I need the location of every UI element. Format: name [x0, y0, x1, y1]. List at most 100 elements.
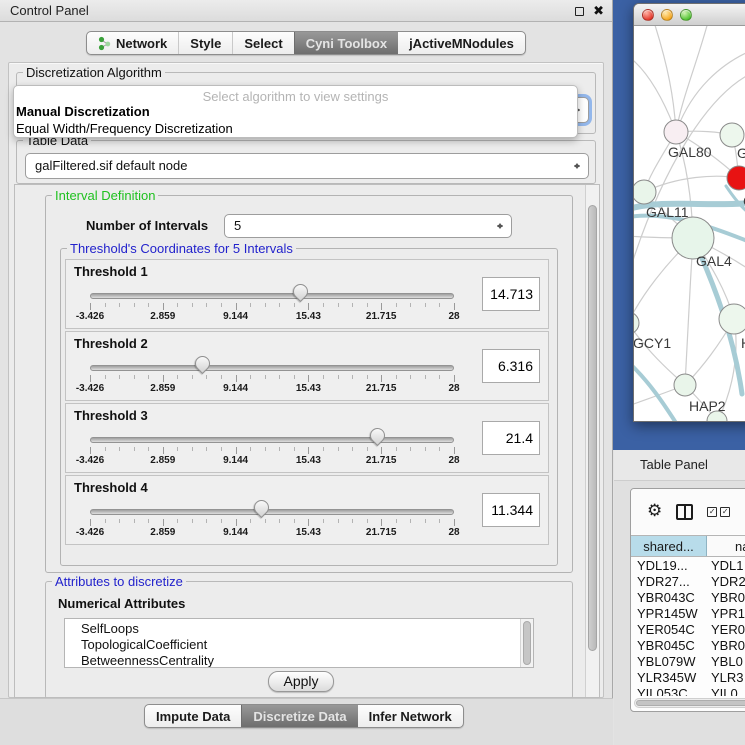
threshold-value-field[interactable]: 14.713 [482, 277, 540, 311]
column-header-name[interactable]: na [707, 536, 745, 556]
zoom-traffic-light-icon[interactable] [680, 9, 692, 21]
table-panel-title: Table Panel [640, 457, 708, 472]
close-icon[interactable]: ✖ [593, 5, 604, 18]
slider-tick-labels: -3.4262.8599.14415.4321.71528 [90, 383, 454, 395]
tick-label: 2.859 [150, 455, 175, 466]
threshold-value-field[interactable]: 6.316 [482, 349, 540, 383]
tick-label: 21.715 [366, 383, 397, 394]
tab-impute-data[interactable]: Impute Data [145, 705, 241, 727]
attribute-list-item[interactable]: BetweennessCentrality [65, 653, 533, 668]
dropdown-option[interactable]: Equal Width/Frequency Discretization [14, 120, 577, 137]
threshold-label: Threshold 4 [74, 480, 148, 495]
network-node[interactable] [634, 312, 639, 334]
network-node[interactable] [634, 180, 656, 204]
table-body: YDL19...YDL1YDR27...YDR2YBR043CYBR0YPR14… [631, 558, 745, 696]
network-node[interactable] [720, 123, 744, 147]
tick-label: 9.144 [223, 311, 248, 322]
tab-select[interactable]: Select [232, 32, 293, 54]
network-node[interactable] [719, 304, 745, 334]
table-row[interactable]: YBR045CYBR0 [631, 638, 745, 654]
table-horizontal-scrollbar[interactable] [634, 698, 745, 708]
cell-shared-name: YBR045C [631, 638, 707, 654]
column-header-shared-name[interactable]: shared... [631, 536, 707, 556]
table-row[interactable]: YDL19...YDL1 [631, 558, 745, 574]
network-canvas[interactable]: GAL80GACGAL11GAL4GCY1HHAP2 [634, 26, 745, 422]
tick-label: 9.144 [223, 527, 248, 538]
table-row[interactable]: YER054CYER0 [631, 622, 745, 638]
numerical-attributes-list[interactable]: SelfLoopsTopologicalCoefficientBetweenne… [64, 618, 534, 668]
interval-definition-group: Interval Definition Number of Intervals … [45, 195, 573, 573]
network-node[interactable] [664, 120, 688, 144]
attribute-list-item[interactable]: TopologicalCoefficient [65, 637, 533, 653]
tab-cyni-toolbox[interactable]: Cyni Toolbox [294, 32, 398, 54]
cell-name: YIL0 [707, 686, 745, 696]
network-node-label: GAL11 [646, 204, 689, 220]
tab-label: Infer Network [369, 709, 452, 724]
dropdown-option[interactable]: Manual Discretization [14, 103, 577, 120]
float-window-icon[interactable] [575, 7, 584, 16]
table-row[interactable]: YBR043CYBR0 [631, 590, 745, 606]
tab-jactivemnodules[interactable]: jActiveMNodules [398, 32, 525, 54]
threshold-value-field[interactable]: 21.4 [482, 421, 540, 455]
bottom-tabbar: Impute Data Discretize Data Infer Network [144, 704, 464, 728]
number-of-intervals-value: 5 [234, 215, 241, 237]
tab-network[interactable]: Network [87, 32, 178, 54]
checkbox-icon[interactable]: ✓ [707, 507, 717, 517]
tick-label: 28 [448, 527, 459, 538]
tab-discretize-data[interactable]: Discretize Data [241, 705, 357, 727]
network-edge[interactable] [634, 56, 676, 132]
number-of-intervals-combo[interactable]: 5 [224, 214, 512, 238]
network-edge[interactable] [654, 26, 676, 132]
tick-label: 21.715 [366, 455, 397, 466]
tab-label: Select [244, 36, 282, 51]
network-node-label: GA [737, 145, 745, 161]
tick-label: 21.715 [366, 527, 397, 538]
close-traffic-light-icon[interactable] [642, 9, 654, 21]
split-view-icon[interactable] [676, 504, 693, 520]
tick-label: -3.426 [76, 527, 104, 538]
table-data-combo[interactable]: galFiltered.sif default node [25, 153, 589, 179]
network-edge[interactable] [685, 238, 693, 385]
slider-ticks [90, 375, 454, 383]
tab-label: Network [116, 36, 167, 51]
table-row[interactable]: YPR145WYPR1 [631, 606, 745, 622]
slider-track[interactable] [90, 509, 454, 515]
threshold-panel: Threshold 2-3.4262.8599.14415.4321.71528… [65, 331, 549, 401]
network-edge-highlighted[interactable] [634, 362, 678, 422]
attribute-list-item[interactable]: SelfLoops [65, 621, 533, 637]
cell-shared-name: YLR345W [631, 670, 707, 686]
network-node[interactable] [674, 374, 696, 396]
cell-name: YPR1 [707, 606, 745, 622]
network-node-label: GAL4 [696, 253, 732, 269]
cell-shared-name: YBL079W [631, 654, 707, 670]
tab-infer-network[interactable]: Infer Network [358, 705, 463, 727]
slider-track[interactable] [90, 437, 454, 443]
tick-label: 21.715 [366, 311, 397, 322]
slider-track[interactable] [90, 365, 454, 371]
slider-track[interactable] [90, 293, 454, 299]
tab-label: Discretize Data [253, 709, 346, 724]
table-row[interactable]: YLR345WYLR3 [631, 670, 745, 686]
network-edge[interactable] [644, 176, 739, 192]
tab-label: jActiveMNodules [409, 36, 514, 51]
tab-label: Style [190, 36, 221, 51]
network-node-label: GAL80 [668, 144, 712, 160]
tick-label: 15.43 [296, 311, 321, 322]
node-table-window: ⚙ ✓ ✓ shared... na YDL19...YDL1YDR27...Y… [630, 488, 745, 712]
tab-label: Impute Data [156, 709, 230, 724]
apply-button[interactable]: Apply [268, 671, 334, 692]
table-row[interactable]: YIL053CYIL0 [631, 686, 745, 696]
threshold-value-field[interactable]: 11.344 [482, 493, 540, 527]
table-row[interactable]: YBL079WYBL0 [631, 654, 745, 670]
threshold-panel: Threshold 4-3.4262.8599.14415.4321.71528… [65, 475, 549, 545]
settings-scrollbar[interactable] [585, 185, 599, 697]
tick-label: -3.426 [76, 383, 104, 394]
checkbox-icon[interactable]: ✓ [720, 507, 730, 517]
tab-style[interactable]: Style [178, 32, 232, 54]
number-of-intervals-label: Number of Intervals [86, 218, 208, 233]
gear-icon[interactable]: ⚙ [647, 503, 662, 520]
list-scrollbar[interactable] [520, 619, 533, 667]
table-row[interactable]: YDR27...YDR2 [631, 574, 745, 590]
network-node-label: GCY1 [634, 335, 671, 351]
minimize-traffic-light-icon[interactable] [661, 9, 673, 21]
